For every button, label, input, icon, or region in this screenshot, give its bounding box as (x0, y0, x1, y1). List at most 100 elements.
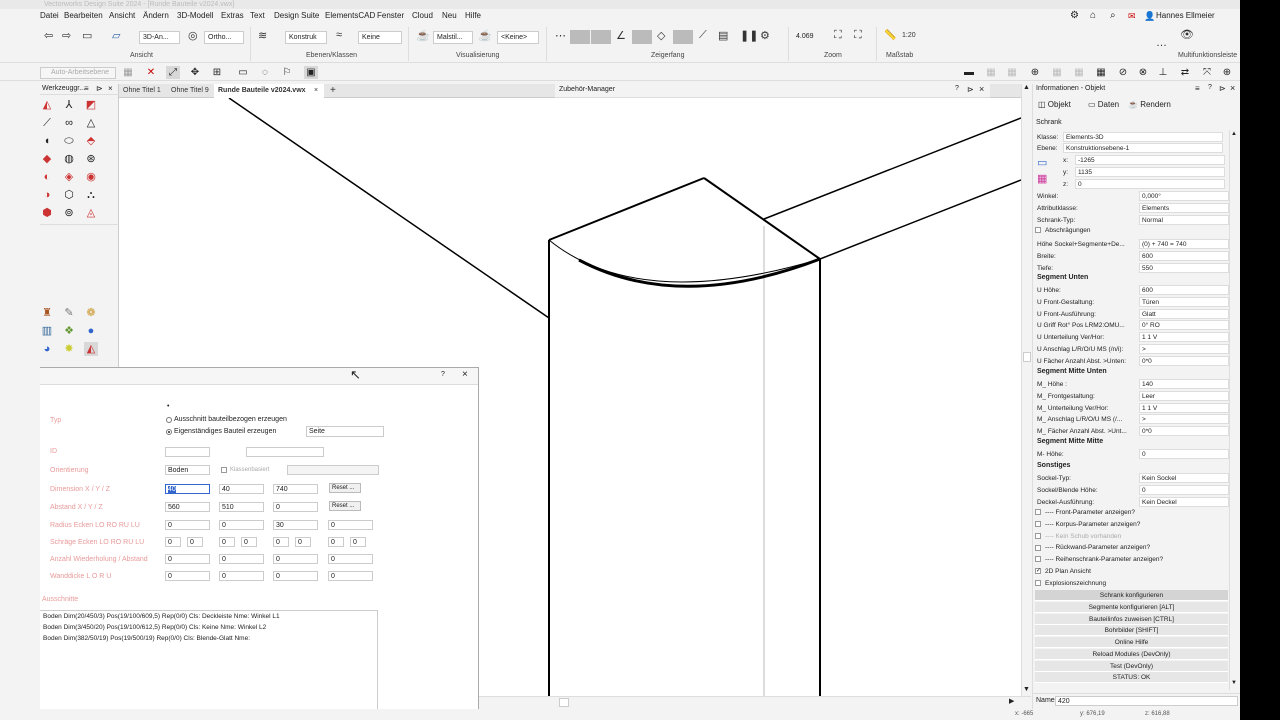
menu-text[interactable]: Text (250, 11, 265, 20)
tool-icon[interactable]: ⊛ (84, 152, 98, 166)
close-icon[interactable]: × (979, 84, 984, 94)
scroll-up-icon[interactable]: ▲ (1231, 131, 1237, 137)
checkbox-row[interactable]: ---- Korpus-Parameter anzeigen? (1035, 521, 1140, 528)
action-button[interactable]: Online Hilfe (1035, 637, 1228, 648)
checkbox-row[interactable]: ✓ 2D Plan Ansicht (1035, 568, 1091, 575)
action-button[interactable]: Reload Modules (DevOnly) (1035, 648, 1228, 660)
tool-icon[interactable]: ◉ (84, 170, 98, 184)
menu-icon[interactable]: ≡ (84, 84, 89, 93)
checkbox[interactable] (1035, 544, 1041, 551)
checkbox[interactable] (1035, 556, 1041, 563)
snap-settings-icon[interactable]: ⚙ (760, 29, 770, 42)
property-value[interactable]: 1 1 V (1139, 402, 1229, 413)
action-button[interactable]: Segmente konfigurieren [ALT] (1035, 601, 1228, 613)
menu-icon[interactable]: ≡ (1195, 84, 1200, 93)
checkbox-row[interactable]: Explosionszeichnung (1035, 580, 1106, 587)
workplane-field[interactable]: Auto-Arbeitsebene (40, 67, 116, 79)
klassenbasiert-checkbox[interactable] (221, 467, 227, 473)
move-icon[interactable]: ✥ (188, 66, 202, 79)
schraege-input[interactable]: 0 (165, 537, 181, 547)
radius-ru-input[interactable]: 30 (273, 520, 318, 530)
property-value[interactable]: 1 1 V (1139, 332, 1229, 342)
snap-plane-icon[interactable]: ▤ (718, 29, 728, 42)
vertical-scrollbar[interactable]: ▲ ▼ (1021, 84, 1031, 696)
tool-icon[interactable]: △ (84, 116, 98, 130)
snap-button[interactable] (591, 30, 611, 44)
tool-icon[interactable]: ⬘ (84, 134, 98, 148)
pause-icon[interactable]: ❚❚ (740, 29, 758, 42)
checkbox[interactable] (1035, 521, 1041, 528)
action-button[interactable]: Schrank konfigurieren (1035, 590, 1228, 601)
close-icon[interactable]: × (314, 84, 318, 98)
property-value[interactable]: > (1139, 343, 1229, 354)
property-value[interactable]: 0*0 (1139, 426, 1229, 436)
orientation-dropdown[interactable]: Boden (165, 465, 210, 475)
property-value[interactable]: 550 (1139, 262, 1229, 273)
checkbox-row[interactable]: ---- Rückwand-Parameter anzeigen? (1035, 544, 1150, 551)
schraege-input[interactable]: 0 (273, 537, 289, 547)
schraege-input[interactable]: 0 (219, 537, 235, 547)
snap-tangent-icon[interactable]: ◇ (657, 29, 665, 42)
search-icon[interactable]: ⌕ (1110, 10, 1116, 21)
property-value[interactable]: 600 (1139, 285, 1229, 295)
forward-icon[interactable]: ⇨ (62, 29, 71, 42)
menu-extras[interactable]: Extras (221, 11, 244, 20)
scroll-thumb[interactable] (1023, 352, 1031, 362)
name-input[interactable]: 420 (1055, 696, 1238, 706)
id-dropdown[interactable] (246, 447, 324, 457)
menu-datei[interactable]: Datei (40, 11, 59, 20)
menu-elementscad[interactable]: ElementsCAD (325, 11, 375, 20)
mail-icon[interactable]: ✉ (1128, 11, 1136, 22)
property-value[interactable]: Glatt (1139, 308, 1229, 319)
dim-y-input[interactable]: 40 (219, 484, 264, 494)
snap-button[interactable] (673, 30, 693, 44)
class-dropdown[interactable]: Konstruk (285, 31, 327, 44)
list-item[interactable]: Boden Dim(20/450/3) Pos(19/100/609,5) Re… (43, 613, 280, 620)
menu-3d-modell[interactable]: 3D-Modell (177, 11, 213, 20)
add-tab-button[interactable]: + (326, 84, 340, 98)
eye-icon[interactable]: 👁 (1180, 28, 1194, 41)
help-icon[interactable]: ? (955, 85, 959, 92)
grid-view-icon[interactable]: ▦ (1094, 66, 1108, 79)
scroll-thumb[interactable] (559, 698, 569, 707)
wanddicke-input[interactable]: 0 (219, 571, 264, 581)
abstand-y-input[interactable]: 510 (219, 502, 264, 512)
scroll-up-icon[interactable]: ▲ (1023, 84, 1030, 91)
property-value[interactable]: 600 (1139, 250, 1229, 261)
menu-neu[interactable]: Neu (442, 11, 457, 20)
checkbox[interactable] (1035, 579, 1041, 586)
menu-hilfe[interactable]: Hilfe (465, 11, 481, 20)
dim-z-input[interactable]: 740 (273, 484, 318, 494)
arrows-icon[interactable]: ⇄ (1178, 66, 1192, 79)
user-name[interactable]: Hannes Ellmeier (1156, 11, 1215, 20)
tool-icon[interactable]: ◖ (40, 134, 54, 148)
menu-bearbeiten[interactable]: Bearbeiten (64, 11, 103, 20)
x-input[interactable]: -1265 (1075, 155, 1225, 165)
checkbox-row[interactable]: ---- Front-Parameter anzeigen? (1035, 509, 1135, 516)
tool-icon[interactable]: ⛬ (84, 188, 98, 202)
tool-icon[interactable]: ⬡ (62, 188, 76, 202)
property-value[interactable]: (0) + 740 = 740 (1139, 239, 1229, 249)
tab-objekt[interactable]: ◫ Objekt (1038, 100, 1071, 109)
seite-dropdown[interactable]: Seite (306, 426, 384, 437)
klasse-dropdown[interactable]: Elements-3D (1063, 132, 1223, 142)
property-value[interactable]: 140 (1139, 379, 1229, 389)
expand-icon[interactable]: ⤧ (1200, 66, 1214, 79)
snap-button[interactable] (570, 30, 590, 44)
lasso-icon[interactable]: ◌ (258, 66, 272, 79)
reshape-icon[interactable]: ⤢ (166, 66, 180, 79)
property-value[interactable]: Normal (1139, 214, 1229, 225)
wanddicke-input[interactable]: 0 (273, 571, 318, 581)
tool-icon[interactable]: ◈ (62, 170, 76, 184)
scroll-down-icon[interactable]: ▼ (1231, 680, 1237, 686)
wiederholung-input[interactable]: 0 (273, 554, 318, 564)
schraege-input[interactable]: 0 (295, 537, 311, 547)
view-dropdown[interactable]: 3D-An... (139, 31, 180, 44)
zoom-fit-icon[interactable]: ⛶ (834, 29, 842, 42)
close-icon[interactable]: × (1230, 83, 1235, 93)
render-option-dropdown[interactable]: <Keine> (497, 31, 539, 44)
menu-fenster[interactable]: Fenster (377, 11, 404, 20)
property-value[interactable]: 0*0 (1139, 355, 1229, 366)
globe-icon[interactable]: ● (84, 324, 98, 338)
render-dropdown[interactable]: Malstil... (433, 31, 473, 44)
